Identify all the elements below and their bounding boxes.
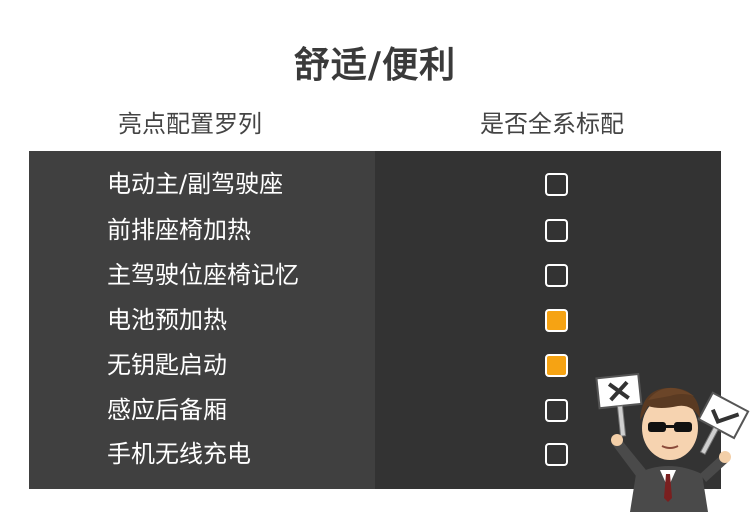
page-title: 舒适/便利 bbox=[293, 45, 457, 86]
feature-label: 手机无线充电 bbox=[107, 440, 251, 468]
feature-label: 主驾驶位座椅记忆 bbox=[107, 261, 299, 289]
standard-checkbox bbox=[545, 173, 568, 196]
standard-checkbox bbox=[545, 354, 568, 377]
standard-checkbox bbox=[545, 399, 568, 422]
standard-checkbox bbox=[545, 309, 568, 332]
table-row: 电池预加热 bbox=[29, 300, 721, 340]
standard-checkbox bbox=[545, 264, 568, 287]
feature-label: 前排座椅加热 bbox=[107, 216, 251, 244]
feature-label: 感应后备厢 bbox=[107, 396, 227, 424]
table-row: 前排座椅加热 bbox=[29, 210, 721, 250]
table-row: 电动主/副驾驶座 bbox=[29, 164, 721, 204]
feature-label: 无钥匙启动 bbox=[107, 351, 227, 379]
standard-checkbox bbox=[545, 443, 568, 466]
feature-column-header: 亮点配置罗列 bbox=[118, 110, 262, 138]
mascot-illustration bbox=[595, 372, 750, 512]
feature-label: 电动主/副驾驶座 bbox=[107, 170, 284, 198]
cross-sign-icon bbox=[595, 372, 643, 437]
standard-column-header: 是否全系标配 bbox=[480, 110, 624, 138]
standard-checkbox bbox=[545, 219, 568, 242]
feature-label: 电池预加热 bbox=[107, 306, 227, 334]
table-row: 主驾驶位座椅记忆 bbox=[29, 255, 721, 295]
